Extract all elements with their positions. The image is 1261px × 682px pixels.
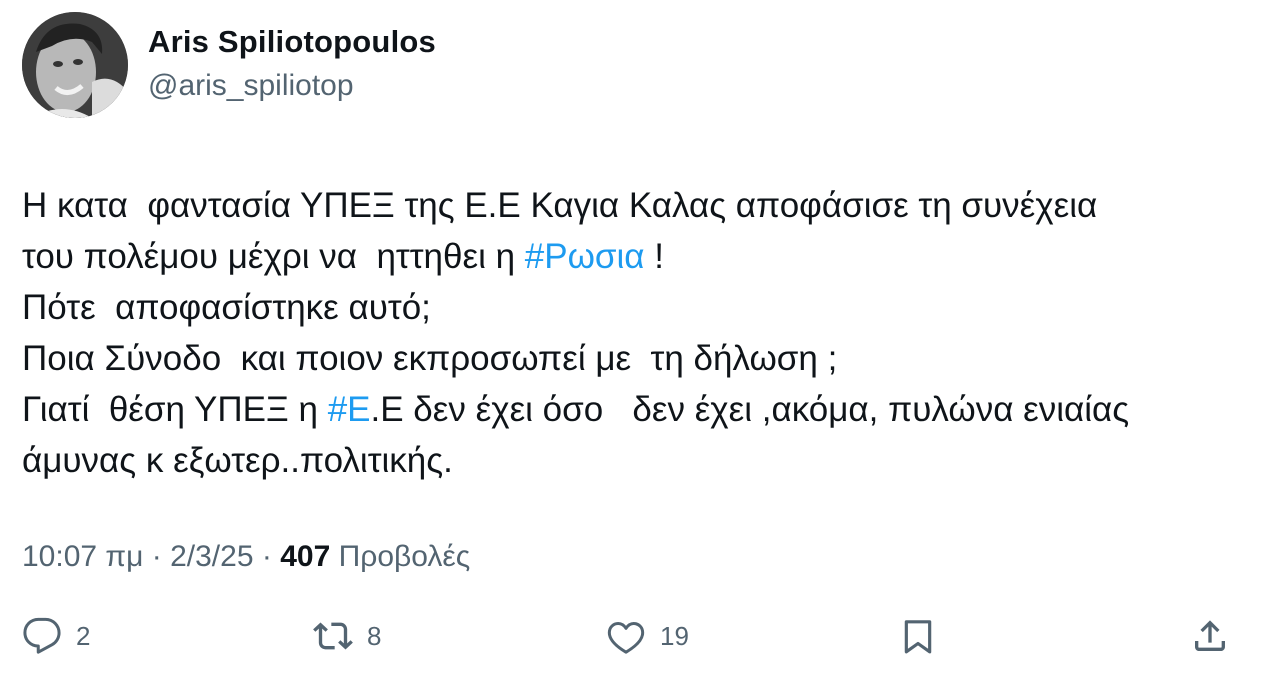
retweet-count: 8 [367, 620, 382, 651]
reply-button[interactable]: 2 [22, 612, 90, 660]
avatar-photo [22, 12, 128, 118]
tweet-meta: 10:07 πμ · 2/3/25 · 407 Προβολές [22, 540, 470, 574]
tweet-text-segment: άμυνας κ εξωτερ..πολιτικής. [22, 441, 453, 480]
tweet-text-segment: Πότε αποφασίστηκε αυτό; [22, 288, 431, 327]
tweet-text-segment: Η κατα φαντασία ΥΠΕΞ της Ε.Ε Καγια Καλας… [22, 186, 1098, 225]
hashtag-link[interactable]: #Ε [328, 390, 371, 429]
avatar[interactable] [22, 12, 128, 118]
retweet-button[interactable]: 8 [313, 612, 381, 660]
author-display-name[interactable]: Aris Spiliotopoulos [148, 24, 436, 60]
action-bar: 2 8 19 [0, 612, 1261, 660]
tweet-text: Η κατα φαντασία ΥΠΕΞ της Ε.Ε Καγια Καλας… [22, 180, 1237, 486]
tweet-date[interactable]: 2/3/25 [170, 540, 253, 573]
tweet-line: του πολέμου μέχρι να ηττηθει η #Ρωσια ! [22, 231, 1237, 282]
tweet-text-segment: του πολέμου μέχρι να ηττηθει η [22, 237, 525, 276]
author-handle[interactable]: @aris_spiliotop [148, 69, 354, 103]
tweet-line: Η κατα φαντασία ΥΠΕΞ της Ε.Ε Καγια Καλας… [22, 180, 1237, 231]
share-icon [1195, 620, 1225, 651]
tweet-line: Πότε αποφασίστηκε αυτό; [22, 282, 1237, 333]
tweet-line: Γιατί θέση ΥΠΕΞ η #Ε.Ε δεν έχει όσο δεν … [22, 384, 1237, 435]
like-count: 19 [660, 620, 689, 651]
views-label: Προβολές [338, 540, 471, 573]
share-button[interactable] [1190, 612, 1230, 660]
tweet-text-segment: Γιατί θέση ΥΠΕΞ η [22, 390, 328, 429]
views-count: 407 [280, 540, 331, 573]
tweet-line: Ποια Σύνοδο και ποιον εκπροσωπεί με τη δ… [22, 333, 1237, 384]
hashtag-link[interactable]: #Ρωσια [525, 237, 645, 276]
meta-separator: · [151, 540, 162, 573]
tweet-text-segment: Ποια Σύνοδο και ποιον εκπροσωπεί με τη δ… [22, 339, 838, 378]
tweet-line: άμυνας κ εξωτερ..πολιτικής. [22, 435, 1237, 486]
bookmark-icon [904, 620, 932, 654]
like-button[interactable]: 19 [606, 612, 689, 660]
tweet-text-segment: .Ε δεν έχει όσο δεν έχει ,ακόμα, πυλώνα … [370, 390, 1130, 429]
like-icon [607, 622, 645, 654]
meta-separator: · [261, 540, 272, 573]
tweet-text-segment: ! [644, 237, 664, 276]
tweet-time[interactable]: 10:07 πμ [22, 540, 143, 573]
retweet-icon [313, 622, 353, 650]
reply-count: 2 [76, 620, 91, 651]
bookmark-button[interactable] [898, 612, 938, 660]
reply-icon [23, 617, 61, 654]
